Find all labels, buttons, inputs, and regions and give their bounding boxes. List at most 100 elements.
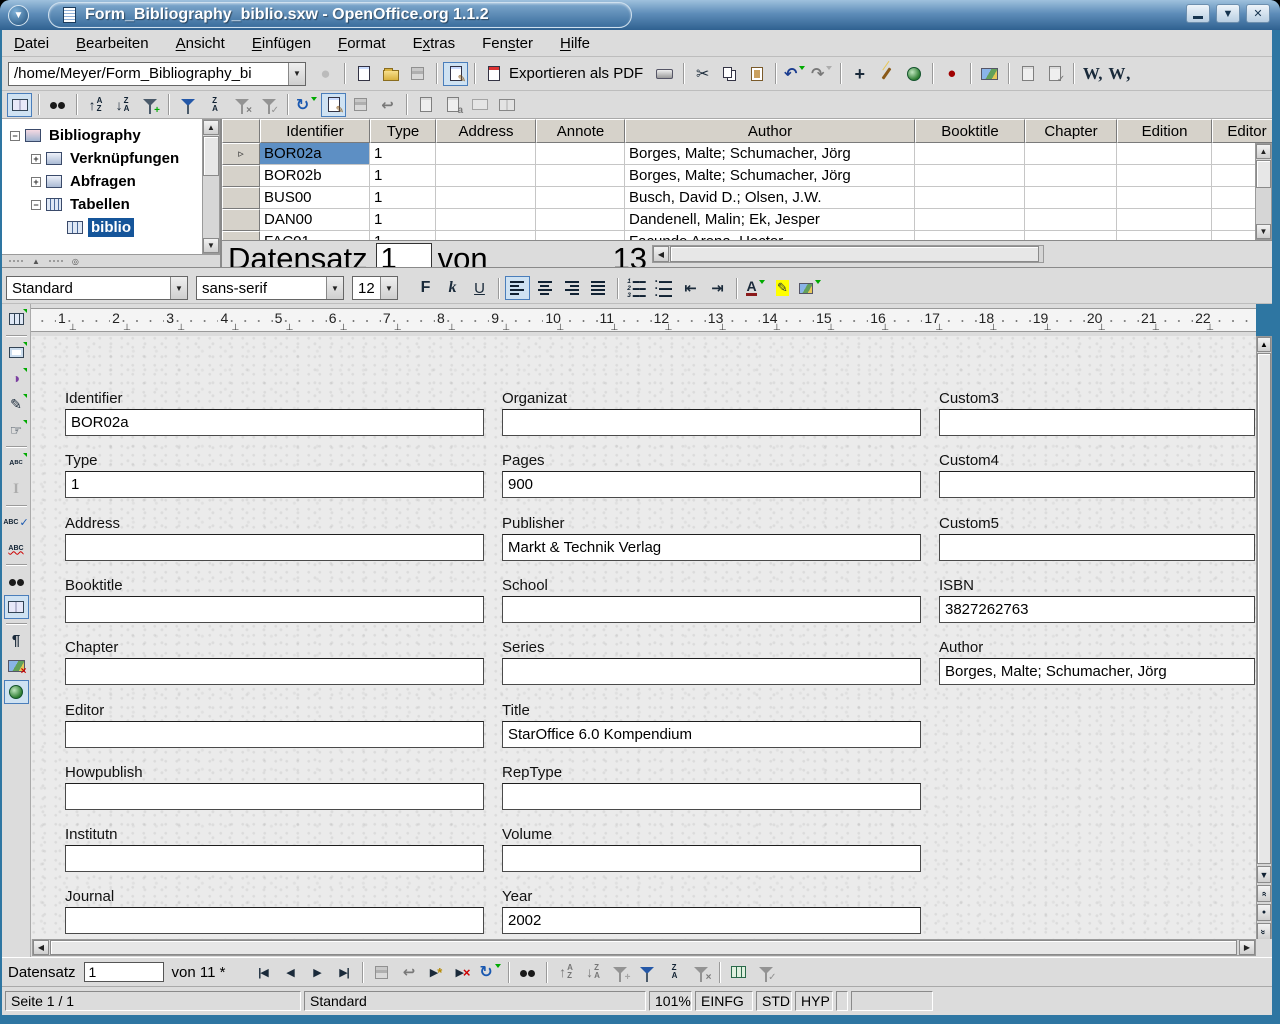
tab-stop-icon[interactable]: ⊥	[1098, 323, 1106, 332]
field-input-isbn[interactable]: 3827262763	[939, 596, 1255, 623]
stylist-icon[interactable]	[874, 62, 899, 86]
field-input-year[interactable]: 2002	[502, 907, 921, 934]
insert-index-icon[interactable]: I	[4, 477, 29, 501]
grid-cell[interactable]: 1	[370, 165, 436, 187]
table-row[interactable]: BUS001Busch, David D.; Olsen, J.W.	[222, 187, 1272, 209]
navigator-icon[interactable]: +	[847, 62, 872, 86]
sort-dialog-icon[interactable]: ZA	[202, 93, 227, 117]
tab-stop-icon[interactable]: ⊥	[773, 323, 781, 332]
grid-cell[interactable]	[436, 187, 536, 209]
grid-cell[interactable]	[1025, 231, 1117, 240]
grid-cell[interactable]	[1025, 165, 1117, 187]
filter-icon[interactable]	[175, 93, 200, 117]
paragraph-style-value[interactable]: Standard	[7, 280, 170, 297]
scroll-thumb[interactable]	[1257, 353, 1271, 864]
field-input-custom4[interactable]	[939, 471, 1255, 498]
apply-filter-icon[interactable]: ✓	[753, 960, 778, 984]
grid-cell[interactable]	[436, 143, 536, 165]
column-header-type[interactable]: Type	[370, 119, 436, 143]
style-dropdown-button[interactable]: ▼	[170, 277, 187, 299]
field-input-howpublish[interactable]	[65, 783, 484, 810]
url-value[interactable]: /home/Meyer/Form_Bibliography_bi	[9, 65, 288, 82]
field-input-custom5[interactable]	[939, 534, 1255, 561]
spellcheck-icon[interactable]: ABC✓	[4, 510, 29, 534]
open-folder-icon[interactable]	[378, 62, 403, 86]
form-functions-icon[interactable]: ☞	[4, 418, 29, 442]
close-button[interactable]: ✕	[1246, 4, 1270, 23]
record-number-input[interactable]	[84, 962, 164, 982]
edit-file-icon[interactable]: ✎	[443, 62, 468, 86]
grid-cell[interactable]	[436, 231, 536, 240]
splitter-handle[interactable]	[8, 259, 24, 264]
scroll-right-icon[interactable]: ▶	[1239, 940, 1255, 955]
remove-filter-icon[interactable]: ×	[688, 960, 713, 984]
row-header-cell[interactable]	[222, 209, 260, 231]
data-sources-icon[interactable]	[4, 595, 29, 619]
field-input-institutn[interactable]	[65, 845, 484, 872]
grid-cell[interactable]	[1117, 165, 1212, 187]
grid-cell[interactable]: BOR02b	[260, 165, 370, 187]
field-input-chapter[interactable]	[65, 658, 484, 685]
tab-stop-icon[interactable]: ⊥	[69, 323, 77, 332]
scroll-thumb[interactable]	[50, 940, 1237, 955]
record-macro-icon[interactable]: ●	[939, 62, 964, 86]
scroll-thumb[interactable]	[1256, 160, 1271, 188]
field-input-title[interactable]: StarOffice 6.0 Kompendium	[502, 721, 921, 748]
tree-item-label[interactable]: Abfragen	[67, 172, 139, 191]
menu-item-einfgen[interactable]: Einfügen	[252, 35, 311, 52]
grid-cell[interactable]	[536, 165, 625, 187]
find-icon[interactable]	[4, 569, 29, 593]
tab-stop-icon[interactable]: ⊥	[827, 323, 835, 332]
refresh-icon[interactable]: ↻	[477, 960, 502, 984]
menu-item-datei[interactable]: Datei	[14, 35, 49, 52]
tab-stop-icon[interactable]: ⊥	[665, 323, 673, 332]
size-dropdown-button[interactable]: ▼	[380, 277, 397, 299]
remove-filter-icon[interactable]: ×	[229, 93, 254, 117]
record-number-input[interactable]: 1	[376, 243, 432, 267]
grid-hscrollbar[interactable]: ◀	[652, 245, 1044, 263]
align-justify-icon[interactable]	[586, 276, 611, 300]
first-record-icon[interactable]: |◀	[250, 960, 275, 984]
grid-cell[interactable]: FAC01	[260, 231, 370, 240]
scroll-left-icon[interactable]: ◀	[33, 940, 49, 955]
font-name-value[interactable]: sans-serif	[197, 280, 326, 297]
grid-cell[interactable]: DAN00	[260, 209, 370, 231]
splitter-handle[interactable]	[48, 259, 64, 264]
scroll-down-icon[interactable]: ▼	[203, 238, 219, 253]
cut-icon[interactable]: ✂	[690, 62, 715, 86]
online-layout-icon[interactable]	[4, 680, 29, 704]
status-blank-1[interactable]	[836, 991, 848, 1011]
collapse-arrow-icon[interactable]: ▲	[32, 257, 40, 266]
column-header-booktitle[interactable]: Booktitle	[915, 119, 1025, 143]
status-page-style[interactable]: Standard	[304, 991, 646, 1011]
sort-desc-icon[interactable]: ↓ZA	[580, 960, 605, 984]
tab-stop-icon[interactable]: ⊥	[611, 323, 619, 332]
maximize-button[interactable]: ▼	[1216, 4, 1240, 23]
delete-record-icon[interactable]: ▶×	[450, 960, 475, 984]
field-input-identifier[interactable]: BOR02a	[65, 409, 484, 436]
grid-cell[interactable]: Dandenell, Malin; Ek, Jesper	[625, 209, 915, 231]
tab-stop-icon[interactable]: ⊥	[935, 323, 943, 332]
stop-icon[interactable]: ●	[313, 62, 338, 86]
review-changes-icon[interactable]	[1015, 62, 1040, 86]
explorer-splitter[interactable]: ▲ ◎	[2, 254, 220, 267]
row-header-cell[interactable]	[222, 165, 260, 187]
data-sources-icon[interactable]	[7, 93, 32, 117]
indent-less-icon[interactable]: ⇤	[678, 276, 703, 300]
font-color-icon[interactable]: A	[743, 276, 768, 300]
scroll-left-icon[interactable]: ◀	[653, 246, 669, 262]
find-icon[interactable]	[515, 960, 540, 984]
sort-asc-icon[interactable]: ↑AZ	[83, 93, 108, 117]
tab-stop-icon[interactable]: ⊥	[990, 323, 998, 332]
horizontal-ruler[interactable]: 1⊥2⊥3⊥4⊥5⊥6⊥7⊥8⊥9⊥10⊥11⊥12⊥13⊥14⊥15⊥16⊥1…	[31, 308, 1256, 332]
refresh-icon[interactable]: ↻	[294, 93, 319, 117]
menu-item-extras[interactable]: Extras	[413, 35, 456, 52]
table-row[interactable]: BOR02b1Borges, Malte; Schumacher, Jörg	[222, 165, 1272, 187]
save-record-icon[interactable]	[348, 93, 373, 117]
grid-cell[interactable]	[1117, 231, 1212, 240]
grid-cell[interactable]: BUS00	[260, 187, 370, 209]
tab-stop-icon[interactable]: ⊥	[286, 323, 294, 332]
edit-data-icon[interactable]: ✎	[321, 93, 346, 117]
sort-asc-icon[interactable]: ↑AZ	[553, 960, 578, 984]
tab-stop-icon[interactable]: ⊥	[394, 323, 402, 332]
